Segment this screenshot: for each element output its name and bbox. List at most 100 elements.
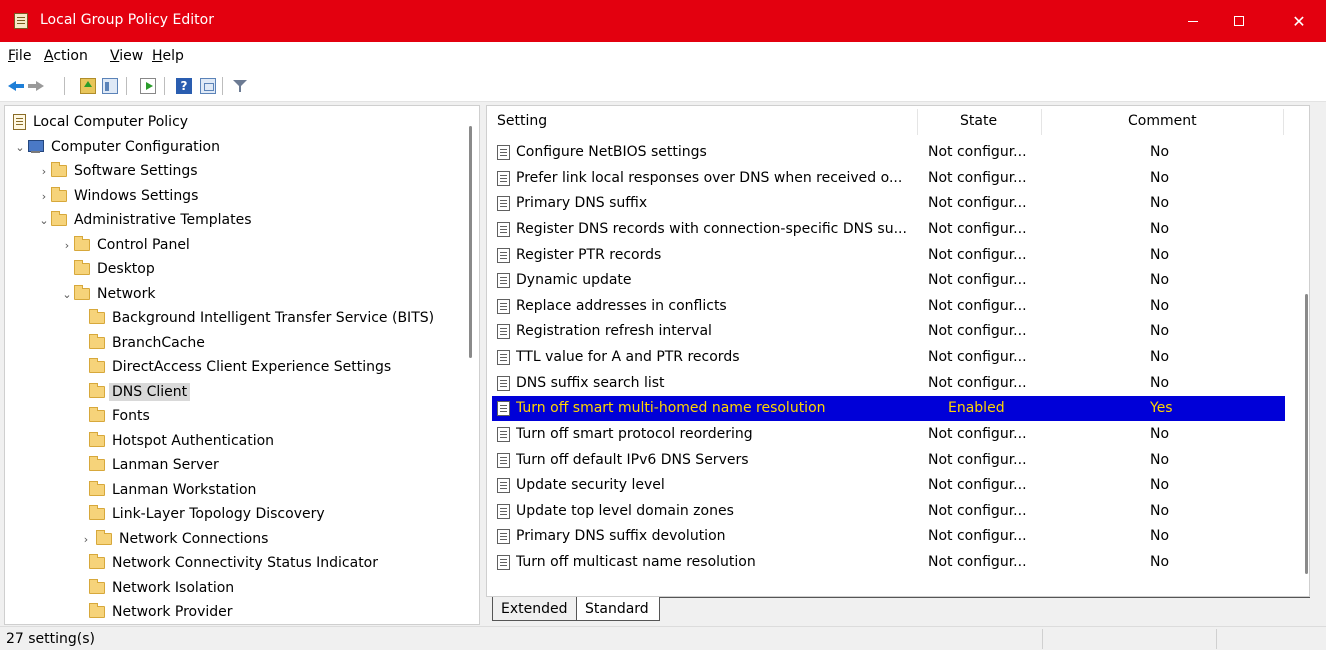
column-divider[interactable] (917, 109, 918, 135)
tree-item-computer-configuration[interactable]: ⌄ Computer Configuration (13, 135, 220, 159)
setting-row[interactable]: Turn off smart protocol reordering Not co… (492, 422, 1285, 447)
setting-row[interactable]: Configure NetBIOS settings Not configur..… (492, 140, 1285, 165)
policy-setting-icon (497, 555, 510, 570)
minimize-button[interactable] (1170, 0, 1216, 42)
maximize-button[interactable] (1216, 0, 1262, 42)
tree-item-ncsi[interactable]: Network Connectivity Status Indicator (89, 551, 378, 575)
tree-item-desktop[interactable]: Desktop (60, 257, 155, 281)
column-header-state[interactable]: State (960, 106, 997, 137)
setting-row[interactable]: Register PTR records Not configur... No (492, 243, 1285, 268)
policy-setting-icon (497, 299, 510, 314)
setting-row[interactable]: Update top level domain zones Not configu… (492, 499, 1285, 524)
tree-item-dns-client[interactable]: DNS Client (89, 380, 191, 404)
filter-icon[interactable] (232, 78, 248, 94)
chevron-down-icon[interactable]: ⌄ (13, 141, 27, 154)
setting-row[interactable]: Turn off default IPv6 DNS Servers Not con… (492, 448, 1285, 473)
setting-state: Not configur... (928, 375, 1027, 391)
column-divider[interactable] (1041, 109, 1042, 135)
setting-state: Not configur... (928, 426, 1027, 442)
help-icon[interactable]: ? (176, 78, 192, 94)
setting-row[interactable]: Turn off multicast name resolution Not co… (492, 550, 1285, 575)
tree-item-label: Windows Settings (74, 188, 199, 204)
tree-item-label: Computer Configuration (51, 139, 220, 155)
setting-state: Not configur... (928, 170, 1027, 186)
column-header-setting[interactable]: Setting (497, 106, 547, 137)
policy-setting-icon (497, 529, 510, 544)
menu-file[interactable]: File (8, 48, 31, 64)
close-button[interactable]: ✕ (1276, 0, 1322, 42)
setting-name: Registration refresh interval (516, 323, 712, 339)
setting-row[interactable]: Prefer link local responses over DNS whe… (492, 166, 1285, 191)
tree-item-lanman-server[interactable]: Lanman Server (89, 453, 219, 477)
setting-row[interactable]: Update security level Not configur... No (492, 473, 1285, 498)
setting-name: Turn off multicast name resolution (516, 554, 756, 570)
tree-item-network[interactable]: ⌄ Network (60, 282, 155, 306)
setting-state: Not configur... (928, 477, 1027, 493)
tree-item-network-provider[interactable]: Network Provider (89, 600, 233, 624)
setting-row[interactable]: Dynamic update Not configur... No (492, 268, 1285, 293)
setting-row[interactable]: Primary DNS suffix Not configur... No (492, 191, 1285, 216)
chevron-right-icon[interactable]: › (37, 190, 51, 203)
tree-item-link-layer-topology[interactable]: Link-Layer Topology Discovery (89, 502, 325, 526)
tab-extended[interactable]: Extended (492, 597, 576, 621)
tree-item-windows-settings[interactable]: › Windows Settings (37, 184, 198, 208)
setting-comment: No (1150, 503, 1170, 519)
setting-row[interactable]: Register DNS records with connection-spe… (492, 217, 1285, 242)
policy-icon (13, 114, 26, 130)
back-arrow-icon[interactable] (8, 78, 24, 94)
chevron-right-icon[interactable]: › (37, 165, 51, 178)
chevron-right-icon[interactable]: › (60, 239, 74, 252)
tree-item-label: Hotspot Authentication (112, 433, 275, 449)
setting-row[interactable]: Replace addresses in conflicts Not config… (492, 294, 1285, 319)
tree-item-bits[interactable]: Background Intelligent Transfer Service … (89, 306, 434, 330)
folder-icon (89, 481, 105, 496)
status-divider (1216, 629, 1217, 649)
tree-item-local-computer-policy[interactable]: Local Computer Policy (13, 110, 188, 134)
menu-view[interactable]: View (110, 48, 143, 64)
menu-help[interactable]: Help (152, 48, 184, 64)
column-header-comment[interactable]: Comment (1128, 106, 1197, 137)
setting-row[interactable]: Registration refresh interval Not configu… (492, 319, 1285, 344)
tree-item-hotspot-authentication[interactable]: Hotspot Authentication (89, 429, 274, 453)
setting-state: Not configur... (928, 221, 1027, 237)
setting-row[interactable]: Primary DNS suffix devolution Not configu… (492, 524, 1285, 549)
export-list-icon[interactable] (140, 78, 156, 94)
status-text: 27 setting(s) (6, 631, 96, 647)
properties-icon[interactable] (200, 78, 216, 94)
tree-item-control-panel[interactable]: › Control Panel (60, 233, 190, 257)
up-folder-icon[interactable] (80, 78, 96, 94)
setting-comment: No (1150, 144, 1170, 160)
tree-item-label: Local Computer Policy (33, 114, 189, 130)
column-divider[interactable] (1283, 109, 1284, 135)
setting-state: Not configur... (928, 452, 1027, 468)
chevron-down-icon[interactable]: ⌄ (60, 288, 74, 301)
tree-item-label: Desktop (97, 261, 155, 277)
setting-row[interactable]: TTL value for A and PTR records Not confi… (492, 345, 1285, 370)
forward-arrow-icon[interactable] (28, 78, 44, 94)
chevron-down-icon[interactable]: ⌄ (37, 214, 51, 227)
list-scrollbar-thumb[interactable] (1305, 294, 1308, 574)
tab-standard[interactable]: Standard (576, 597, 660, 621)
tree-item-label: DNS Client (109, 383, 191, 401)
tree-item-label: Software Settings (74, 163, 198, 179)
tree-item-branchcache[interactable]: BranchCache (89, 331, 205, 355)
menu-action[interactable]: Action (44, 48, 88, 64)
tree-item-administrative-templates[interactable]: ⌄ Administrative Templates (37, 208, 252, 232)
tree-item-software-settings[interactable]: › Software Settings (37, 159, 198, 183)
tree-item-directaccess[interactable]: DirectAccess Client Experience Settings (89, 355, 391, 379)
tree-item-label: Link-Layer Topology Discovery (112, 506, 325, 522)
setting-state: Enabled (948, 400, 1005, 416)
setting-row-selected[interactable]: Turn off smart multi-homed name resoluti… (492, 396, 1285, 421)
title-bar: Local Group Policy Editor ✕ (0, 0, 1326, 42)
tree-item-fonts[interactable]: Fonts (89, 404, 150, 428)
show-hide-tree-icon[interactable] (102, 78, 118, 94)
setting-name: Turn off default IPv6 DNS Servers (516, 452, 749, 468)
tree-item-lanman-workstation[interactable]: Lanman Workstation (89, 478, 256, 502)
chevron-right-icon[interactable]: › (76, 533, 96, 546)
setting-row[interactable]: DNS suffix search list Not configur... No (492, 371, 1285, 396)
tree-item-network-connections[interactable]: › Network Connections (83, 527, 268, 551)
tree-scrollbar-thumb[interactable] (469, 126, 472, 358)
tree-item-network-isolation[interactable]: Network Isolation (89, 576, 234, 600)
maximize-icon (1234, 16, 1244, 26)
toolbar-separator (222, 77, 223, 95)
